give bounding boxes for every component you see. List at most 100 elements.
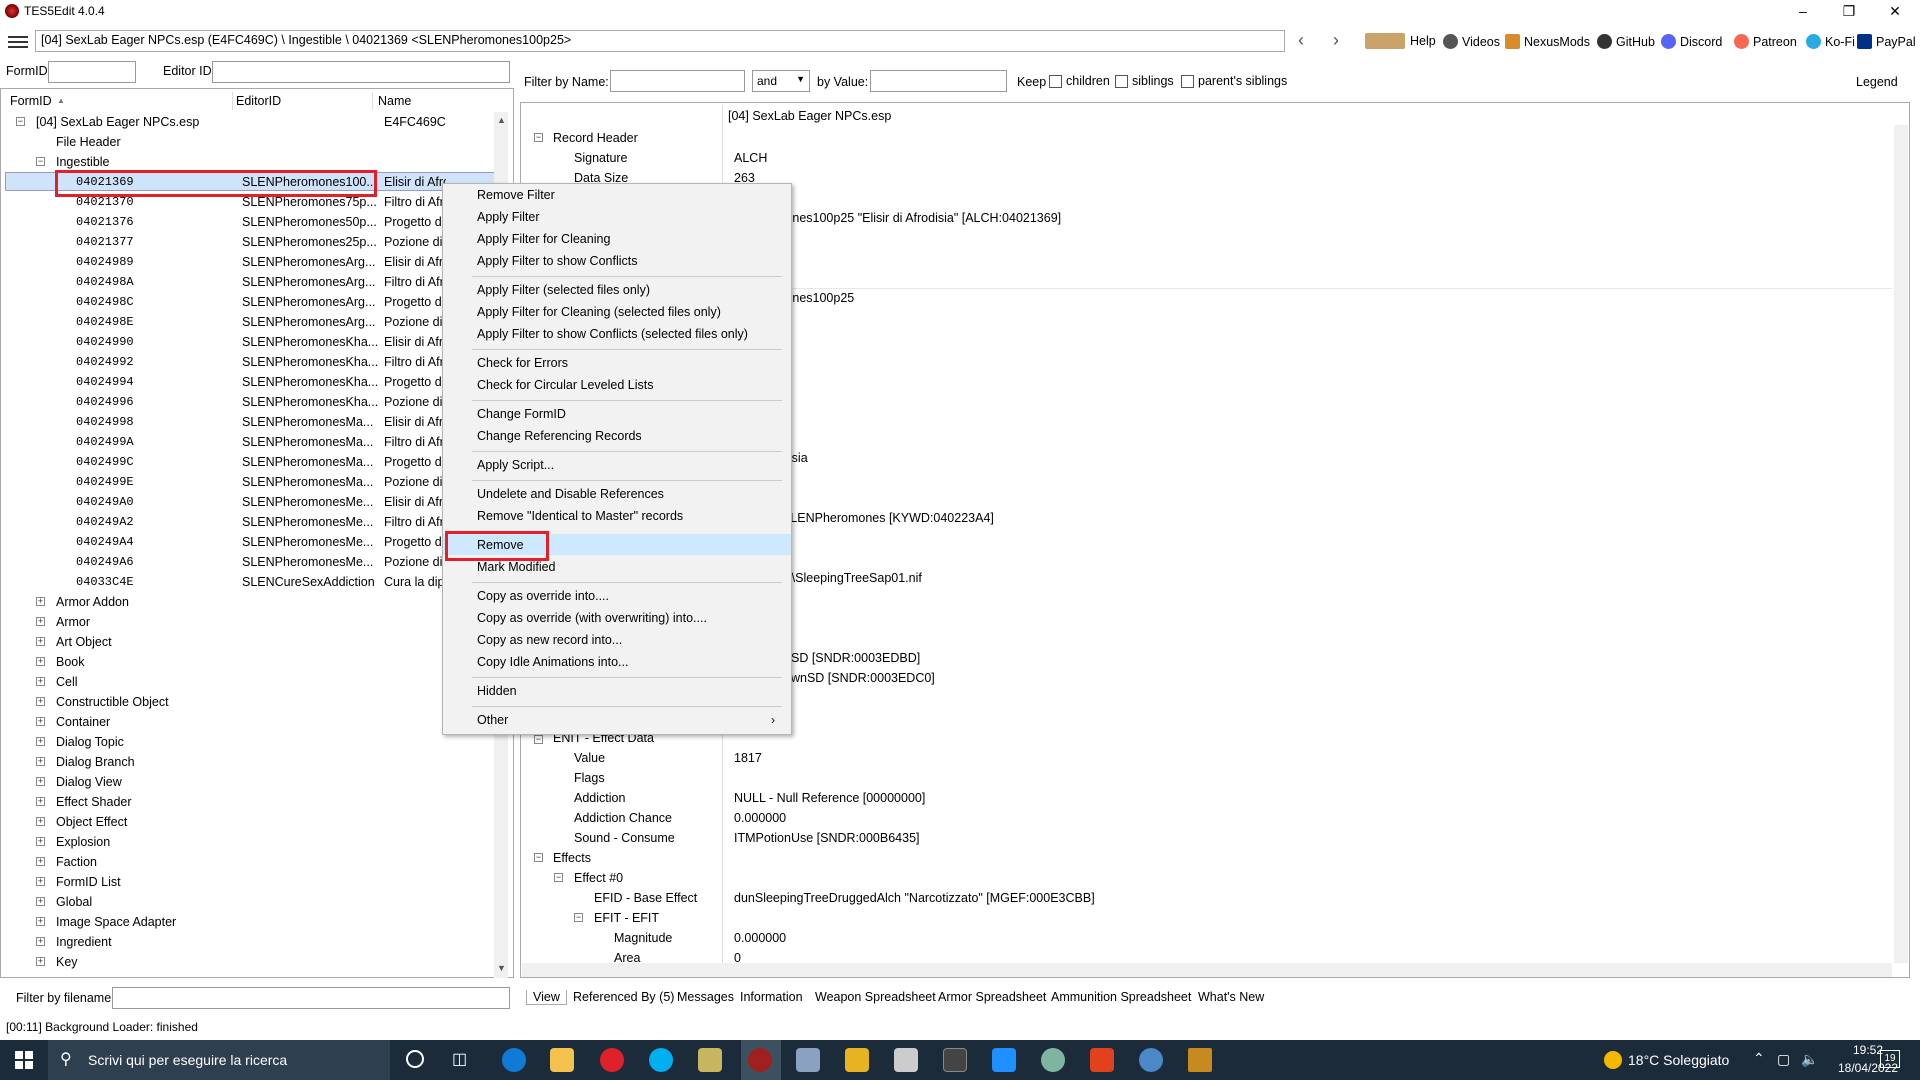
collapse-icon[interactable]: − — [534, 133, 543, 142]
parents-siblings-checkbox[interactable]: parent's siblings — [1181, 74, 1287, 89]
collapse-icon[interactable]: − — [36, 157, 45, 166]
edge-icon[interactable] — [502, 1048, 526, 1072]
expand-icon[interactable]: + — [36, 877, 45, 886]
expand-icon[interactable]: + — [36, 857, 45, 866]
expand-icon[interactable]: + — [36, 617, 45, 626]
tes5edit-taskbar-icon[interactable] — [748, 1048, 772, 1072]
collapse-icon[interactable]: − — [534, 735, 543, 744]
hamburger-menu-icon[interactable] — [8, 33, 28, 49]
group-node[interactable]: Global — [56, 892, 92, 912]
menu-item-apply-filter[interactable]: Apply Filter — [443, 206, 791, 228]
collapse-icon[interactable]: − — [534, 853, 543, 862]
children-checkbox[interactable]: children — [1049, 74, 1110, 89]
minimize-button[interactable]: – — [1780, 0, 1826, 22]
group-node[interactable]: Key — [56, 952, 78, 972]
filter-name-input[interactable] — [610, 70, 745, 92]
menu-item-copy-as-new-record-into[interactable]: Copy as new record into... — [443, 629, 791, 651]
tab-whats-new[interactable]: What's New — [1198, 990, 1264, 1004]
group-node[interactable]: Object Effect — [56, 812, 127, 832]
expand-icon[interactable]: + — [36, 717, 45, 726]
expand-icon[interactable]: + — [36, 937, 45, 946]
back-arrow-icon[interactable]: ‹ — [1298, 30, 1304, 51]
group-node[interactable]: Effect Shader — [56, 792, 132, 812]
record-path-field[interactable]: [04] SexLab Eager NPCs.esp (E4FC469C) \ … — [35, 30, 1285, 52]
videos-link[interactable]: Videos — [1443, 34, 1500, 49]
menu-item-remove-filter[interactable]: Remove Filter — [443, 184, 791, 206]
expand-icon[interactable]: + — [36, 957, 45, 966]
right-scrollbar[interactable] — [1894, 125, 1908, 963]
tab-messages[interactable]: Messages — [677, 990, 734, 1004]
menu-item-apply-filter-to-show-conflicts-selected-files-only[interactable]: Apply Filter to show Conflicts (selected… — [443, 323, 791, 345]
group-node[interactable]: Armor — [56, 612, 90, 632]
patreon-link[interactable]: Patreon — [1734, 34, 1797, 49]
forward-arrow-icon[interactable]: › — [1333, 30, 1339, 51]
menu-item-other[interactable]: Other — [443, 709, 791, 731]
collapse-icon[interactable]: − — [16, 117, 25, 126]
github-link[interactable]: GitHub — [1597, 34, 1655, 49]
app-icon-9[interactable] — [1139, 1048, 1163, 1072]
discord-link[interactable]: Discord — [1661, 34, 1722, 49]
group-node[interactable]: Cell — [56, 672, 78, 692]
group-node[interactable]: Faction — [56, 852, 97, 872]
expand-icon[interactable]: + — [36, 817, 45, 826]
weather-text[interactable]: 18°C Soleggiato — [1628, 1052, 1729, 1068]
tab-weapon-spreadsheet[interactable]: Weapon Spreadsheet — [815, 990, 936, 1004]
help-link[interactable]: Help — [1410, 34, 1436, 48]
app-icon-1[interactable] — [698, 1048, 722, 1072]
menu-item-copy-idle-animations-into[interactable]: Copy Idle Animations into... — [443, 651, 791, 673]
scroll-down-icon[interactable]: ▼ — [497, 963, 506, 973]
menu-item-check-for-errors[interactable]: Check for Errors — [443, 352, 791, 374]
menu-item-apply-filter-to-show-conflicts[interactable]: Apply Filter to show Conflicts — [443, 250, 791, 272]
app-icon-5[interactable] — [943, 1048, 967, 1072]
app-icon-6[interactable] — [992, 1048, 1016, 1072]
col-formid[interactable]: FormID — [10, 94, 52, 108]
plugin-node[interactable]: [04] SexLab Eager NPCs.esp — [36, 112, 199, 132]
expand-icon[interactable]: + — [36, 657, 45, 666]
col-editorid[interactable]: EditorID — [236, 94, 281, 108]
editorid-input[interactable] — [212, 61, 510, 83]
task-view-icon[interactable]: ◫ — [452, 1049, 467, 1069]
app-icon-2[interactable] — [796, 1048, 820, 1072]
nexusmods-link[interactable]: NexusMods — [1505, 34, 1590, 49]
app-icon-4[interactable] — [894, 1048, 918, 1072]
expand-icon[interactable]: + — [36, 837, 45, 846]
expand-icon[interactable]: + — [36, 797, 45, 806]
tab-view[interactable]: View — [526, 990, 567, 1005]
app-icon-7[interactable] — [1041, 1048, 1065, 1072]
and-select[interactable]: and ▼ — [752, 70, 810, 92]
app-icon-10[interactable] — [1188, 1048, 1212, 1072]
group-node[interactable]: Dialog Branch — [56, 752, 135, 772]
group-node[interactable]: FormID List — [56, 872, 121, 892]
tab-armor-spreadsheet[interactable]: Armor Spreadsheet — [938, 990, 1046, 1004]
app-icon-8[interactable] — [1090, 1048, 1114, 1072]
kofi-link[interactable]: Ko-Fi — [1806, 34, 1855, 49]
maximize-button[interactable]: ❐ — [1826, 0, 1872, 22]
legend-button[interactable]: Legend — [1856, 75, 1898, 89]
close-button[interactable]: ✕ — [1872, 0, 1918, 22]
filter-filename-input[interactable] — [112, 987, 510, 1009]
windows-start-icon[interactable] — [15, 1051, 33, 1069]
expand-icon[interactable]: + — [36, 737, 45, 746]
menu-item-apply-filter-selected-files-only[interactable]: Apply Filter (selected files only) — [443, 279, 791, 301]
group-node[interactable]: Armor Addon — [56, 592, 129, 612]
siblings-checkbox[interactable]: siblings — [1115, 74, 1174, 89]
tab-referenced-by[interactable]: Referenced By (5) — [573, 990, 674, 1004]
collapse-icon[interactable]: − — [574, 913, 583, 922]
menu-item-undelete-and-disable-references[interactable]: Undelete and Disable References — [443, 483, 791, 505]
expand-icon[interactable]: + — [36, 697, 45, 706]
col-name[interactable]: Name — [378, 94, 411, 108]
expand-icon[interactable]: + — [36, 677, 45, 686]
opera-icon[interactable] — [600, 1048, 624, 1072]
group-node[interactable]: Dialog Topic — [56, 732, 124, 752]
expand-icon[interactable]: + — [36, 917, 45, 926]
tab-information[interactable]: Information — [740, 990, 803, 1004]
notification-icon[interactable]: 19 — [1880, 1050, 1900, 1068]
volume-icon[interactable]: 🔈 — [1801, 1051, 1818, 1068]
menu-item-change-formid[interactable]: Change FormID — [443, 403, 791, 425]
tab-ammunition-spreadsheet[interactable]: Ammunition Spreadsheet — [1051, 990, 1191, 1004]
formid-input[interactable] — [48, 61, 136, 83]
app-icon-3[interactable] — [845, 1048, 869, 1072]
ingestible-node[interactable]: Ingestible — [56, 152, 110, 172]
menu-item-copy-as-override-into[interactable]: Copy as override into.... — [443, 585, 791, 607]
group-node[interactable]: Ingredient — [56, 932, 112, 952]
